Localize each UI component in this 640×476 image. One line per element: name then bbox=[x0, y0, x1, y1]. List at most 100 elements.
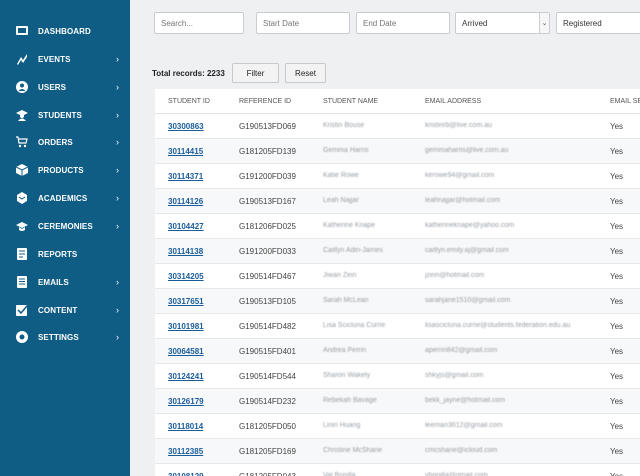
sidebar-item-ceremonies[interactable]: CEREMONIES › bbox=[0, 212, 130, 240]
table-row[interactable]: 30112385 G181205FD169 Christine McShane cmc… bbox=[155, 439, 640, 464]
student-name: Sarah McLean bbox=[323, 297, 369, 304]
table-row[interactable]: 30314205 G190514FD467 Jiwan Zein jzein@hotm… bbox=[155, 264, 640, 289]
table-row[interactable]: 30064581 G190515FD401 Andrea Perrin aperrin… bbox=[155, 339, 640, 364]
student-name: Sharon Wakely bbox=[323, 372, 371, 379]
table-row[interactable]: 30104427 G181206FD025 Katherine Knape kathe… bbox=[155, 214, 640, 239]
filter-button[interactable]: Filter bbox=[232, 63, 279, 83]
header-email-address[interactable]: EMAIL ADDRESS bbox=[425, 98, 481, 105]
events-icon bbox=[16, 53, 28, 65]
reference-id: G181205FD043 bbox=[239, 472, 296, 476]
student-name: Kristin Bouse bbox=[323, 122, 365, 129]
reference-id: G190514FD467 bbox=[239, 272, 296, 281]
content-icon bbox=[16, 304, 28, 316]
sidebar-item-label: PRODUCTS bbox=[38, 165, 84, 175]
sidebar-item-label: SETTINGS bbox=[38, 332, 79, 342]
sidebar-item-orders[interactable]: ORDERS › bbox=[0, 128, 130, 156]
student-name: Katie Rowe bbox=[323, 172, 359, 179]
header-student-name[interactable]: STUDENT NAME bbox=[323, 98, 378, 105]
sidebar-item-settings[interactable]: SETTINGS › bbox=[0, 323, 130, 351]
email-address: leahnajjar@hotmail.com bbox=[425, 197, 501, 204]
student-name: Katherine Knape bbox=[323, 222, 376, 229]
email-sent: Yes bbox=[610, 297, 624, 306]
student-id-link[interactable]: 30114415 bbox=[168, 147, 203, 156]
student-id-link[interactable]: 30126179 bbox=[168, 397, 204, 406]
student-id-link[interactable]: 30317651 bbox=[168, 297, 204, 306]
sidebar-item-content[interactable]: CONTENT › bbox=[0, 296, 130, 324]
graduation-cap-icon bbox=[16, 220, 28, 232]
email-sent: Yes bbox=[610, 272, 624, 281]
end-date-field[interactable] bbox=[356, 12, 450, 34]
registration-select[interactable]: Registered bbox=[556, 12, 640, 34]
chevron-right-icon: › bbox=[116, 137, 119, 147]
email-sent: Yes bbox=[610, 247, 624, 256]
email-sent: Yes bbox=[610, 422, 624, 431]
table-row[interactable]: 30317651 G190513FD105 Sarah McLean sarahjan… bbox=[155, 289, 640, 314]
student-id-link[interactable]: 30300863 bbox=[168, 122, 204, 131]
reference-id: G190513FD167 bbox=[239, 197, 296, 206]
table-row[interactable]: 30300863 G190513FD069 Kristin Bouse kristin… bbox=[155, 114, 640, 139]
chevron-right-icon: › bbox=[116, 332, 119, 342]
chevron-right-icon: › bbox=[116, 110, 119, 120]
student-id-link[interactable]: 30314205 bbox=[168, 272, 204, 281]
email-address: shkyjs@gmail.com bbox=[425, 372, 484, 379]
reference-id: G190513FD105 bbox=[239, 297, 296, 306]
email-sent: Yes bbox=[610, 322, 624, 331]
table-row[interactable]: 30124241 G190514FD544 Sharon Wakely shkyjs@… bbox=[155, 364, 640, 389]
status-select[interactable]: Arrived ⌄ bbox=[455, 12, 550, 34]
table-row[interactable]: 30118014 G181205FD050 Linin Huang leeman361… bbox=[155, 414, 640, 439]
table-row[interactable]: 30101981 G190514FD482 Lisa Scicluna Currie… bbox=[155, 314, 640, 339]
student-id-link[interactable]: 30124241 bbox=[168, 372, 204, 381]
report-icon bbox=[16, 248, 28, 260]
chevron-right-icon: › bbox=[116, 305, 119, 315]
sidebar-item-label: STUDENTS bbox=[38, 110, 82, 120]
student-id-link[interactable]: 30064581 bbox=[168, 347, 204, 356]
sidebar-item-emails[interactable]: EMAILS › bbox=[0, 268, 130, 296]
sidebar: DASHBOARD EVENTS › USERS › STUDENTS › ORDERS › PR… bbox=[0, 0, 130, 476]
header-email-sent[interactable]: EMAIL SE bbox=[610, 98, 640, 105]
table-row[interactable]: 30108129 G181205FD043 Val Bonilla vbonilla@… bbox=[155, 464, 640, 476]
reset-button[interactable]: Reset bbox=[285, 63, 326, 83]
student-id-link[interactable]: 30104427 bbox=[168, 222, 204, 231]
email-address: kerowe94@gmail.com bbox=[425, 172, 495, 179]
table-row[interactable]: 30114415 G181205FD139 Gemma Harris gemmahar… bbox=[155, 139, 640, 164]
student-id-link[interactable]: 30108129 bbox=[168, 472, 204, 476]
sidebar-item-users[interactable]: USERS › bbox=[0, 73, 130, 101]
email-address: vbonilla@gmail.com bbox=[425, 472, 488, 476]
email-sent: Yes bbox=[610, 372, 624, 381]
sidebar-item-students[interactable]: STUDENTS › bbox=[0, 101, 130, 129]
sidebar-item-products[interactable]: PRODUCTS › bbox=[0, 156, 130, 184]
chevron-right-icon: › bbox=[116, 165, 119, 175]
table-row[interactable]: 30114371 G191200FD039 Katie Rowe kerowe94@g… bbox=[155, 164, 640, 189]
email-address: sarahjane1510@gmail.com bbox=[425, 297, 511, 304]
table-header: STUDENT ID REFERENCE ID STUDENT NAME EMAIL … bbox=[155, 89, 640, 114]
reference-id: G190514FD544 bbox=[239, 372, 296, 381]
sidebar-item-reports[interactable]: REPORTS bbox=[0, 240, 130, 268]
table-row[interactable]: 30114138 G191200FD033 Caitlyn Adin-James ca… bbox=[155, 239, 640, 264]
student-id-link[interactable]: 30112385 bbox=[168, 447, 203, 456]
reference-id: G191200FD039 bbox=[239, 172, 296, 181]
email-sent: Yes bbox=[610, 222, 624, 231]
email-address: cmcshane@icloud.com bbox=[425, 447, 498, 454]
table-row[interactable]: 30114126 G190513FD167 Leah Najjar leahnajja… bbox=[155, 189, 640, 214]
start-date-field[interactable] bbox=[256, 12, 350, 34]
email-address: bekk_jayne@hotmail.com bbox=[425, 397, 506, 404]
student-id-link[interactable]: 30114126 bbox=[168, 197, 203, 206]
student-id-link[interactable]: 30114371 bbox=[168, 172, 203, 181]
email-address: gemmaharris@live.com.au bbox=[425, 147, 509, 154]
search-input[interactable] bbox=[154, 12, 244, 34]
sidebar-item-label: ORDERS bbox=[38, 137, 73, 147]
student-id-link[interactable]: 30118014 bbox=[168, 422, 203, 431]
table-row[interactable]: 30126179 G190514FD232 Rebekah Bavage bekk_j… bbox=[155, 389, 640, 414]
sidebar-item-academics[interactable]: ACADEMICS › bbox=[0, 184, 130, 212]
student-id-link[interactable]: 30114138 bbox=[168, 247, 203, 256]
sidebar-item-events[interactable]: EVENTS › bbox=[0, 45, 130, 73]
student-name: Val Bonilla bbox=[323, 472, 356, 476]
email-sent: Yes bbox=[610, 147, 624, 156]
student-name: Linin Huang bbox=[323, 422, 361, 429]
email-sent: Yes bbox=[610, 447, 624, 456]
reference-id: G191200FD033 bbox=[239, 247, 296, 256]
header-student-id[interactable]: STUDENT ID bbox=[168, 98, 210, 105]
sidebar-item-dashboard[interactable]: DASHBOARD bbox=[0, 17, 130, 45]
header-reference-id[interactable]: REFERENCE ID bbox=[239, 98, 291, 105]
student-id-link[interactable]: 30101981 bbox=[168, 322, 204, 331]
